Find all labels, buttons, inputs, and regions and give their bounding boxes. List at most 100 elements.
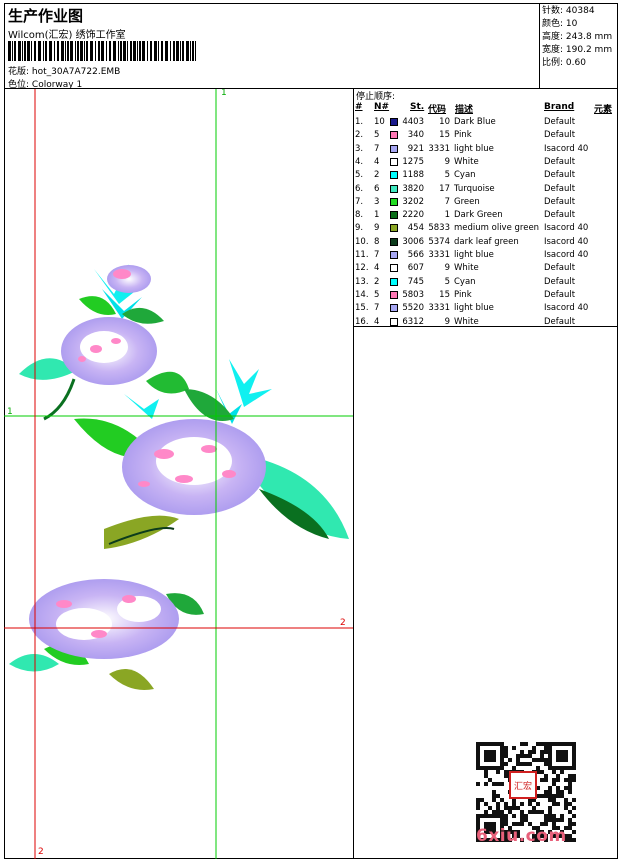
row-needle: 6 — [374, 183, 380, 194]
row-description: medium olive green — [454, 223, 540, 234]
row-brand: Default — [544, 289, 576, 300]
row-needle: 9 — [374, 223, 380, 234]
row-code: 15 — [439, 289, 450, 300]
row-needle: 10 — [374, 117, 385, 127]
row-description: light blue — [454, 250, 494, 260]
row-description: Green — [454, 196, 480, 207]
row-brand: Default — [544, 117, 576, 127]
color-swatch — [390, 144, 398, 153]
design-file-name: hot_30A7A722.EMB — [31, 67, 121, 77]
color-swatch — [390, 290, 398, 299]
color-swatch — [390, 211, 398, 220]
table-row: 8. 1 2220 1 Dark Green Default — [354, 209, 618, 222]
design-file-label: 花版: — [8, 67, 30, 77]
row-stitches: 6312 — [402, 316, 424, 327]
design-preview: 1 1 2 2 — [4, 89, 354, 859]
row-needle: 7 — [374, 143, 380, 154]
row-stitches: 3006 — [402, 236, 424, 247]
row-code: 7 — [444, 196, 450, 207]
row-description: Cyan — [454, 170, 476, 181]
row-code: 5 — [444, 170, 450, 181]
watermark-text: 6xiu.com — [476, 826, 567, 846]
row-needle: 5 — [374, 289, 380, 300]
row-index: 8. — [355, 210, 364, 221]
page-title: 生产作业图 — [8, 7, 84, 25]
guide-label-red-bottom: 2 — [38, 847, 44, 857]
guide-label-green-top: 1 — [221, 89, 227, 98]
row-brand: Default — [544, 276, 576, 287]
row-stitches: 745 — [407, 276, 424, 287]
flower-top — [107, 265, 151, 293]
stat-colors: 颜色: 10 — [542, 19, 578, 29]
row-needle: 4 — [374, 316, 380, 327]
row-brand: Default — [544, 316, 576, 327]
row-index: 2. — [355, 130, 364, 141]
color-swatch — [390, 304, 398, 313]
row-description: light blue — [454, 143, 494, 154]
col-header-stitches: St. — [410, 102, 425, 112]
row-brand: Isacord 40 — [544, 250, 589, 260]
row-index: 1. — [355, 117, 364, 127]
row-stitches: 3202 — [402, 196, 424, 207]
row-description: dark leaf green — [454, 236, 519, 247]
row-code: 5374 — [428, 236, 450, 247]
stop-sequence-table: 停止顺序: # N# St. 代码 描述 Brand 元素 1. 10 4403 10… — [354, 89, 618, 327]
row-index: 11. — [355, 250, 369, 260]
row-index: 15. — [355, 303, 369, 314]
stat-width: 宽度: 190.2 mm — [542, 45, 613, 55]
row-description: Dark Green — [454, 210, 503, 221]
row-index: 12. — [355, 263, 369, 274]
table-row: 4. 4 1275 9 White Default — [354, 156, 618, 169]
row-brand: Default — [544, 130, 576, 141]
table-row: 10. 8 3006 5374 dark leaf green Isacord 40 — [354, 236, 618, 249]
row-code: 3331 — [428, 250, 450, 260]
col-header-index: # — [355, 102, 363, 112]
row-code: 5833 — [428, 223, 450, 234]
row-brand: Default — [544, 196, 576, 207]
flower-bottom — [29, 579, 179, 659]
row-needle: 2 — [374, 170, 380, 181]
color-swatch — [390, 224, 398, 233]
row-stitches: 5520 — [402, 303, 424, 314]
col-header-description: 描述 — [455, 105, 474, 115]
stat-stitches: 针数: 40384 — [542, 6, 595, 16]
table-row: 14. 5 5803 15 Pink Default — [354, 289, 618, 302]
row-code: 9 — [444, 156, 450, 167]
company-name: Wilcom(汇宏) 绣饰工作室 — [8, 30, 126, 41]
table-row: 9. 9 454 5833 medium olive green Isacord 40 — [354, 222, 618, 235]
row-stitches: 3820 — [402, 183, 424, 194]
header: 生产作业图 Wilcom(汇宏) 绣饰工作室 花版: hot_30A7A722.… — [4, 3, 540, 90]
row-index: 13. — [355, 276, 369, 287]
row-code: 10 — [439, 117, 450, 127]
row-description: light blue — [454, 303, 494, 314]
row-stitches: 5803 — [402, 289, 424, 300]
row-stitches: 566 — [407, 250, 424, 260]
row-stitches: 340 — [407, 130, 424, 141]
design-stats: 针数: 40384 颜色: 10 高度: 243.8 mm 宽度: 190.2 … — [540, 3, 618, 89]
color-swatch — [390, 197, 398, 206]
color-swatch — [390, 157, 398, 166]
row-brand: Isacord 40 — [544, 143, 589, 154]
row-stitches: 607 — [407, 263, 424, 274]
col-header-needle: N# — [374, 102, 390, 112]
row-code: 3331 — [428, 303, 450, 314]
row-code: 15 — [439, 130, 450, 141]
row-description: White — [454, 156, 479, 167]
seal-text: 汇宏 — [514, 780, 532, 792]
table-row: 1. 10 4403 10 Dark Blue Default — [354, 116, 618, 129]
row-index: 3. — [355, 143, 364, 154]
row-description: White — [454, 263, 479, 274]
row-description: Turquoise — [454, 183, 495, 194]
row-description: Dark Blue — [454, 117, 496, 127]
row-stitches: 454 — [407, 223, 424, 234]
col-header-code: 代码 — [428, 105, 447, 115]
row-code: 1 — [444, 210, 450, 221]
row-needle: 5 — [374, 130, 380, 141]
row-brand: Isacord 40 — [544, 223, 589, 234]
row-needle: 3 — [374, 196, 380, 207]
row-index: 16. — [355, 316, 369, 327]
row-code: 9 — [444, 263, 450, 274]
row-brand: Default — [544, 263, 576, 274]
row-index: 9. — [355, 223, 364, 234]
row-description: Pink — [454, 130, 472, 141]
